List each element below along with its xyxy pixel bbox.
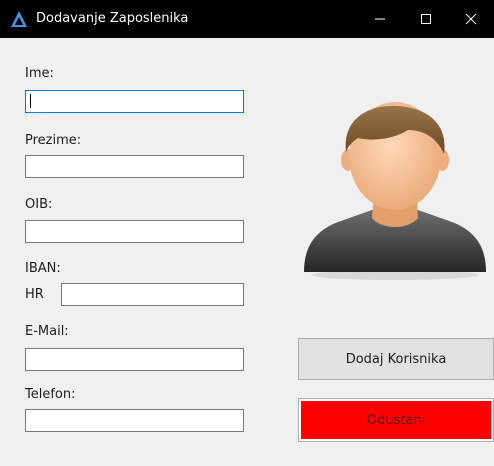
iban-label: IBAN: — [25, 261, 61, 276]
cancel-button-label: Odustani — [301, 401, 491, 439]
close-icon — [465, 13, 477, 25]
iban-input[interactable] — [61, 283, 244, 306]
prezime-label: Prezime: — [25, 133, 82, 148]
minimize-icon — [375, 18, 385, 20]
oib-label: OIB: — [25, 197, 53, 212]
cancel-button[interactable]: Odustani — [298, 398, 494, 442]
telefon-input[interactable] — [25, 409, 244, 432]
app-logo-icon — [11, 11, 27, 27]
close-button[interactable] — [448, 0, 494, 38]
employee-dialog-window: Dodavanje Zaposlenika Ime: Prezime: OIB:… — [0, 0, 494, 466]
text-caret — [30, 94, 31, 108]
email-label: E-Mail: — [25, 324, 69, 339]
title-bar[interactable]: Dodavanje Zaposlenika — [0, 0, 494, 38]
user-avatar-icon — [304, 102, 486, 280]
ime-label: Ime: — [25, 66, 54, 81]
telefon-label: Telefon: — [25, 387, 76, 402]
add-employee-button[interactable]: Dodaj Korisnika — [298, 338, 494, 380]
minimize-button[interactable] — [357, 0, 403, 38]
maximize-button[interactable] — [403, 0, 449, 38]
ime-input[interactable] — [25, 90, 244, 113]
oib-input[interactable] — [25, 220, 244, 243]
email-input[interactable] — [25, 348, 244, 371]
iban-country-prefix: HR — [25, 287, 44, 302]
window-title: Dodavanje Zaposlenika — [36, 11, 189, 26]
maximize-icon — [421, 14, 431, 24]
prezime-input[interactable] — [25, 155, 244, 178]
